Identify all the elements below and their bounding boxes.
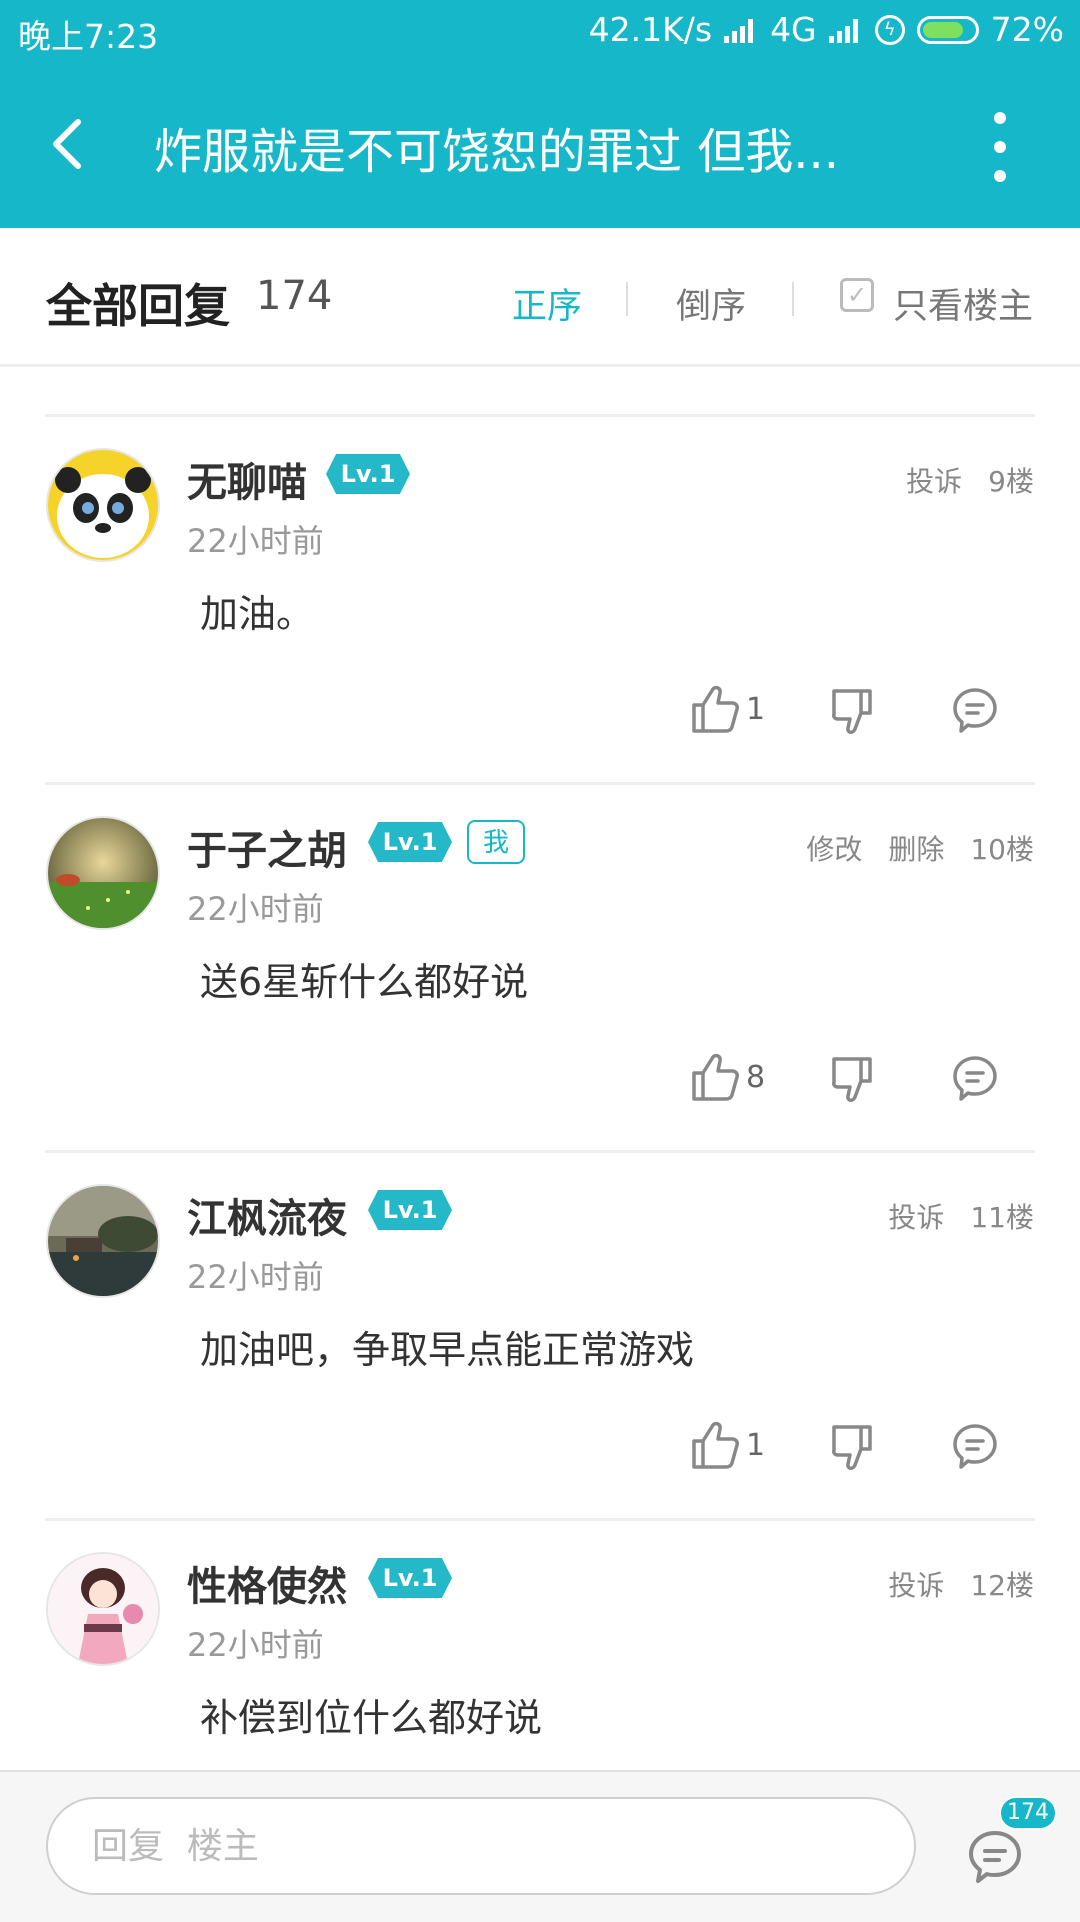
avatar[interactable]: [46, 1184, 160, 1298]
post-actions: 1: [0, 1419, 1080, 1489]
post-meta: 投诉 12楼: [888, 1564, 1034, 1604]
comment-icon[interactable]: [950, 1421, 1000, 1471]
thumbs-up-icon[interactable]: [690, 683, 742, 735]
post-content: 送6星斩什么都好说: [200, 960, 529, 1004]
delete-link[interactable]: 删除: [888, 828, 944, 868]
post-time: 22小时前: [187, 1626, 324, 1664]
post-meta: 投诉 11楼: [888, 1196, 1034, 1236]
back-arrow-icon[interactable]: [40, 114, 100, 174]
post-time: 22小时前: [187, 1258, 324, 1296]
anime-girl-avatar-icon: [48, 1554, 158, 1664]
top-bar: 晚上7:23 42.1K/s 4G ϟ 72% 炸服就是不可饶恕的罪过 但我..…: [0, 0, 1080, 228]
status-bar: 晚上7:23 42.1K/s 4G ϟ 72%: [0, 0, 1080, 62]
post-divider: [45, 782, 1035, 785]
username[interactable]: 无聊喵: [187, 450, 307, 508]
report-link[interactable]: 投诉: [888, 1564, 944, 1604]
floor-number: 9楼: [988, 465, 1034, 498]
reply-header: 全部回复 174 正序 倒序 ✓ 只看楼主: [0, 228, 1080, 367]
post-meta: 修改 删除 10楼: [806, 828, 1034, 868]
thumbs-down-icon[interactable]: [830, 1423, 882, 1475]
post-actions: 1: [0, 683, 1080, 753]
reply-post: 于子之胡 Lv.1 我 修改 删除 10楼 22小时前 送6星斩什么都好说 8: [0, 786, 1080, 1152]
avatar[interactable]: [46, 816, 160, 930]
reply-input[interactable]: [46, 1797, 916, 1895]
sort-descending-tab[interactable]: 倒序: [676, 278, 746, 329]
floor-number: 10楼: [970, 833, 1034, 866]
charging-icon: ϟ: [874, 14, 905, 45]
like-count: 8: [746, 1060, 766, 1095]
post-actions: 8: [0, 1051, 1080, 1121]
level-badge: Lv.1: [368, 822, 452, 862]
comment-icon[interactable]: [950, 685, 1000, 735]
avatar[interactable]: [46, 448, 160, 562]
username[interactable]: 性格使然: [187, 1554, 347, 1612]
landscape-avatar-icon: [48, 1186, 158, 1296]
post-content: 加油吧，争取早点能正常游戏: [200, 1328, 695, 1372]
thumbs-down-icon[interactable]: [830, 687, 882, 739]
level-badge: Lv.1: [368, 1190, 452, 1230]
comment-icon[interactable]: [950, 1053, 1000, 1103]
me-badge: 我: [467, 820, 525, 864]
username[interactable]: 江枫流夜: [187, 1186, 347, 1244]
net-speed: 42.1K/s: [588, 10, 713, 49]
app-bar: 炸服就是不可饶恕的罪过 但我...: [0, 62, 1080, 228]
post-time: 22小时前: [187, 890, 324, 928]
status-icons: 42.1K/s 4G ϟ 72%: [589, 10, 1064, 49]
all-replies-title: 全部回复: [46, 279, 230, 333]
level-badge: Lv.1: [326, 454, 410, 494]
reply-post: 无聊喵 Lv.1 投诉 9楼 22小时前 加油。 1: [0, 418, 1080, 784]
meadow-avatar-icon: [48, 818, 158, 928]
username[interactable]: 于子之胡: [187, 818, 347, 876]
status-time: 晚上7:23: [18, 17, 159, 56]
post-meta: 投诉 9楼: [906, 460, 1034, 500]
floor-number: 11楼: [970, 1201, 1034, 1234]
post-time: 22小时前: [187, 522, 324, 560]
reply-post: 江枫流夜 Lv.1 投诉 11楼 22小时前 加油吧，争取早点能正常游戏 1: [0, 1154, 1080, 1520]
separator: [792, 282, 794, 316]
level-badge: Lv.1: [368, 1558, 452, 1598]
network-type: 4G: [770, 10, 817, 49]
reply-count: 174: [256, 273, 333, 319]
separator: [626, 282, 628, 316]
comments-icon[interactable]: [965, 1827, 1025, 1887]
page-title: 炸服就是不可饶恕的罪过 但我...: [154, 124, 840, 180]
only-op-checkbox[interactable]: ✓: [840, 278, 874, 312]
post-content: 加油。: [200, 592, 315, 636]
thumbs-down-icon[interactable]: [830, 1055, 882, 1107]
bottom-reply-bar: 174: [0, 1770, 1080, 1922]
sort-ascending-tab[interactable]: 正序: [512, 278, 582, 329]
like-count: 1: [746, 1428, 766, 1463]
post-divider: [45, 1150, 1035, 1153]
signal-icon: [724, 17, 758, 43]
avatar[interactable]: [46, 1552, 160, 1666]
only-op-label[interactable]: 只看楼主: [893, 278, 1033, 329]
report-link[interactable]: 投诉: [906, 460, 962, 500]
comment-count-badge: 174: [999, 1796, 1057, 1830]
report-link[interactable]: 投诉: [888, 1196, 944, 1236]
battery-level: 72%: [990, 10, 1064, 49]
post-divider: [45, 1518, 1035, 1521]
like-count: 1: [746, 692, 766, 727]
post-content: 补偿到位什么都好说: [200, 1696, 543, 1740]
battery-icon: [916, 15, 979, 44]
floor-number: 12楼: [970, 1569, 1034, 1602]
thumbs-up-icon[interactable]: [690, 1051, 742, 1103]
post-divider: [45, 414, 1035, 417]
thumbs-up-icon[interactable]: [690, 1419, 742, 1471]
edit-link[interactable]: 修改: [806, 828, 862, 868]
signal-icon-2: [828, 17, 863, 43]
panda-avatar-icon: [48, 450, 158, 560]
more-options-icon[interactable]: [980, 112, 1020, 182]
